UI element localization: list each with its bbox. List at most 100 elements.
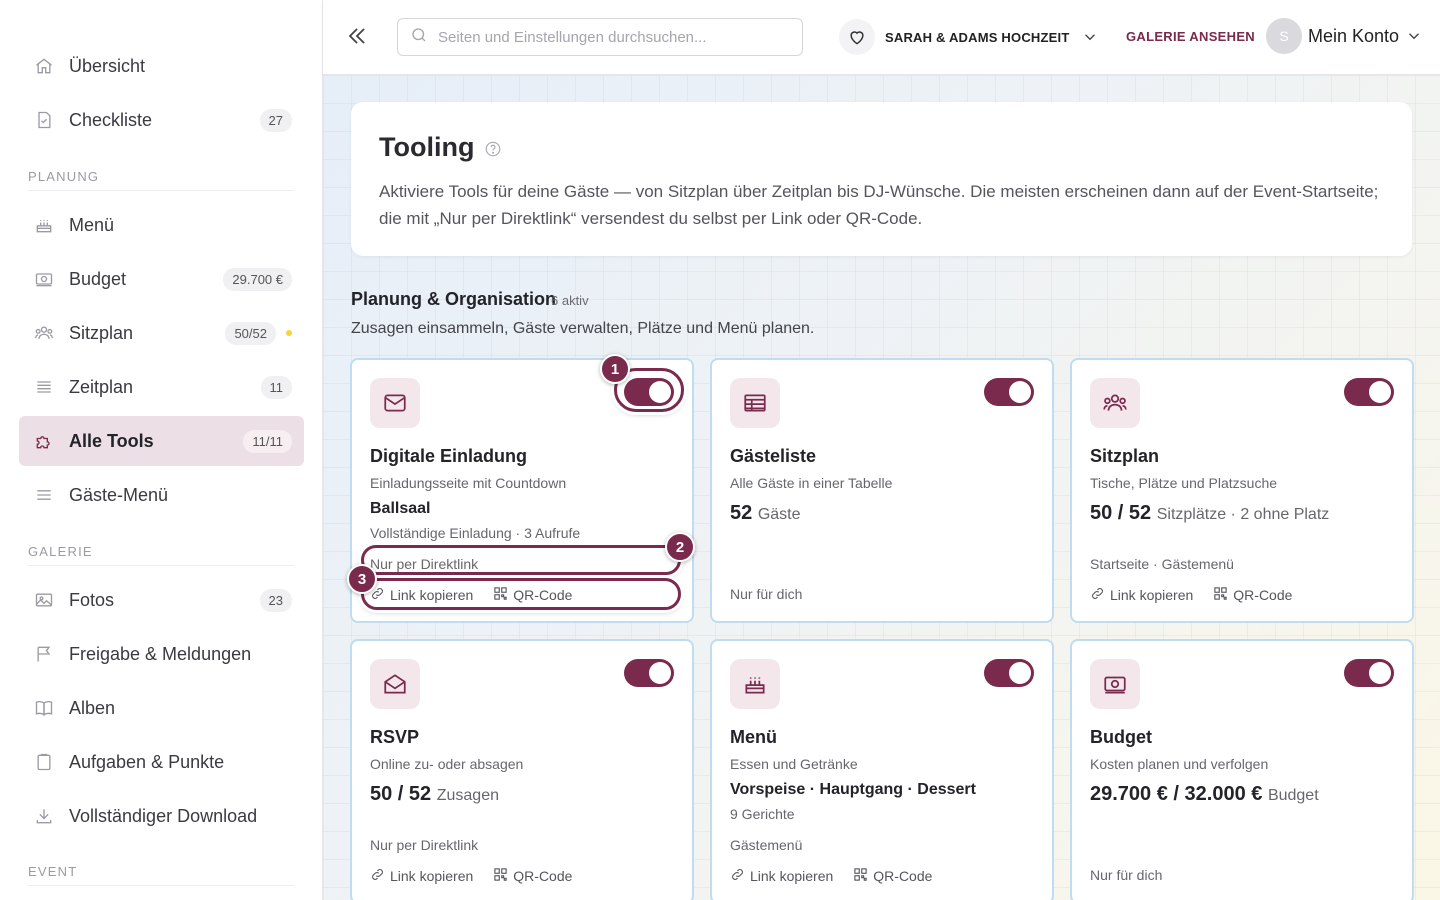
top-bar: SARAH & ADAMS HOCHZEIT GALERIE ANSEHEN S… bbox=[323, 0, 1440, 75]
copy-link-label: Link kopieren bbox=[390, 587, 474, 603]
count-badge: 11/11 bbox=[243, 429, 292, 453]
sidebar-item-uebersicht[interactable]: Übersicht bbox=[19, 41, 304, 91]
callout-badge-2: 2 bbox=[665, 532, 695, 562]
stat-value: 29.700 € / 32.000 € bbox=[1090, 783, 1263, 805]
tool-description: Tische, Plätze und Platzsuche bbox=[1090, 475, 1278, 491]
search-input[interactable] bbox=[438, 28, 778, 46]
qr-code-icon bbox=[1213, 586, 1233, 604]
book-icon bbox=[33, 697, 55, 719]
sidebar-item-sitzplan[interactable]: Sitzplan 50/52 bbox=[19, 308, 304, 358]
sidebar-item-zeitplan[interactable]: Zeitplan 11 bbox=[19, 362, 304, 412]
menu-icon bbox=[33, 484, 55, 506]
qr-code-button[interactable]: QR-Code bbox=[1213, 586, 1292, 604]
qr-code-icon bbox=[493, 586, 513, 604]
tool-toggle[interactable] bbox=[984, 378, 1034, 406]
sidebar-item-label: Freigabe & Meldungen bbox=[69, 643, 252, 664]
collapse-sidebar-icon[interactable] bbox=[345, 24, 369, 48]
qr-code-button[interactable]: QR-Code bbox=[853, 867, 932, 885]
copy-link-label: Link kopieren bbox=[390, 868, 474, 884]
tool-actions: Link kopieren QR-Code bbox=[370, 586, 592, 604]
users-icon bbox=[1090, 378, 1140, 428]
tool-card-sitzplan: Sitzplan Tische, Plätze und Platzsuche 5… bbox=[1070, 358, 1414, 623]
sidebar-item-menue[interactable]: Menü bbox=[19, 200, 304, 250]
count-badge: 50/52 bbox=[225, 321, 276, 345]
visibility-note: Gästemenü bbox=[730, 837, 803, 853]
qr-code-button[interactable]: QR-Code bbox=[493, 867, 572, 885]
download-icon bbox=[33, 805, 55, 827]
users-icon bbox=[33, 322, 55, 344]
page-title: Tooling bbox=[379, 132, 475, 162]
sidebar-item-label: Checkliste bbox=[69, 109, 153, 130]
cake-icon bbox=[33, 214, 55, 236]
tool-card-budget: Budget Kosten planen und verfolgen 29.70… bbox=[1070, 639, 1414, 900]
account-menu[interactable]: S Mein Konto bbox=[1266, 18, 1423, 54]
sidebar-item-fotos[interactable]: Fotos 23 bbox=[19, 575, 304, 625]
tool-toggle[interactable] bbox=[984, 659, 1034, 687]
callout-badge-3: 3 bbox=[347, 564, 377, 594]
intro-panel: Tooling Aktiviere Tools für deine Gäste … bbox=[351, 102, 1412, 256]
main-content: Tooling Aktiviere Tools für deine Gäste … bbox=[323, 75, 1440, 900]
chevron-down-icon bbox=[1081, 28, 1099, 46]
tool-stat: 50 / 52 Zusagen bbox=[370, 783, 499, 806]
sidebar-item-alle-tools[interactable]: Alle Tools 11/11 bbox=[19, 416, 304, 466]
help-icon[interactable] bbox=[484, 140, 502, 158]
copy-link-button[interactable]: Link kopieren bbox=[370, 867, 473, 885]
sidebar-item-label: Gäste-Menü bbox=[69, 484, 169, 505]
qr-code-icon bbox=[493, 867, 513, 885]
avatar: S bbox=[1266, 18, 1302, 54]
tool-title: Budget bbox=[1090, 727, 1152, 747]
section-heading-planung: PLANUNG bbox=[28, 169, 294, 191]
callout-badge-1: 1 bbox=[600, 354, 630, 384]
qr-code-label: QR-Code bbox=[513, 587, 573, 603]
account-label: Mein Konto bbox=[1308, 25, 1400, 46]
sidebar-item-alben[interactable]: Alben bbox=[19, 683, 304, 733]
link-icon bbox=[370, 867, 390, 885]
qr-code-button[interactable]: QR-Code bbox=[493, 586, 572, 604]
tool-toggle[interactable] bbox=[1344, 659, 1394, 687]
search-box bbox=[397, 18, 803, 56]
mail-icon bbox=[370, 378, 420, 428]
search-icon bbox=[410, 26, 428, 49]
sidebar-item-label: Fotos bbox=[69, 589, 115, 610]
tool-description: Kosten planen und verfolgen bbox=[1090, 756, 1269, 772]
tool-stat: 50 / 52 Sitzplätze · 2 ohne Platz bbox=[1090, 502, 1329, 525]
sidebar-item-aufgaben[interactable]: Aufgaben & Punkte bbox=[19, 737, 304, 787]
event-selector[interactable]: SARAH & ADAMS HOCHZEIT bbox=[839, 18, 1099, 56]
tool-card-digitale-einladung: Digitale Einladung Einladungsseite mit C… bbox=[350, 358, 694, 623]
view-gallery-link[interactable]: GALERIE ANSEHEN bbox=[1126, 29, 1255, 44]
tool-toggle[interactable] bbox=[1344, 378, 1394, 406]
sidebar-item-freigabe[interactable]: Freigabe & Meldungen bbox=[19, 629, 304, 679]
sidebar-item-label: Sitzplan bbox=[69, 322, 134, 343]
tool-description: Online zu- oder absagen bbox=[370, 756, 524, 772]
sidebar-item-budget[interactable]: Budget 29.700 € bbox=[19, 254, 304, 304]
tool-meta: 9 Gerichte bbox=[730, 806, 795, 822]
tool-card-gaesteliste: Gästeliste Alle Gäste in einer Tabelle 5… bbox=[710, 358, 1054, 623]
visibility-note: Nur per Direktlink bbox=[370, 556, 479, 572]
tool-card-rsvp: RSVP Online zu- oder absagen 50 / 52 Zus… bbox=[350, 639, 694, 900]
stat-unit: Budget bbox=[1267, 787, 1319, 804]
event-name: SARAH & ADAMS HOCHZEIT bbox=[885, 29, 1070, 45]
qr-code-label: QR-Code bbox=[873, 868, 933, 884]
tool-stat: 29.700 € / 32.000 € Budget bbox=[1090, 783, 1319, 806]
copy-link-button[interactable]: Link kopieren bbox=[730, 867, 833, 885]
copy-link-button[interactable]: Link kopieren bbox=[1090, 586, 1193, 604]
stat-value: 52 bbox=[730, 502, 753, 524]
tool-toggle[interactable] bbox=[624, 659, 674, 687]
puzzle-icon bbox=[33, 430, 55, 452]
image-icon bbox=[33, 589, 55, 611]
copy-link-button[interactable]: Link kopieren bbox=[370, 586, 473, 604]
tool-stat: 52 Gäste bbox=[730, 502, 801, 525]
tool-toggle[interactable] bbox=[624, 378, 674, 406]
chevron-down-icon bbox=[1405, 27, 1423, 45]
tool-title: Sitzplan bbox=[1090, 446, 1160, 466]
table-icon bbox=[730, 378, 780, 428]
sidebar-item-label: Übersicht bbox=[69, 55, 146, 76]
count-badge: 23 bbox=[259, 588, 292, 612]
sidebar-item-gaeste-menue[interactable]: Gäste-Menü bbox=[19, 470, 304, 520]
sidebar-item-download[interactable]: Vollständiger Download bbox=[19, 791, 304, 841]
tool-detail: Ballsaal bbox=[370, 500, 431, 517]
link-icon bbox=[1090, 586, 1110, 604]
sidebar-item-checkliste[interactable]: Checkliste 27 bbox=[19, 95, 304, 145]
count-badge: 27 bbox=[259, 108, 292, 132]
tool-detail: Vorspeise · Hauptgang · Dessert bbox=[730, 781, 976, 798]
